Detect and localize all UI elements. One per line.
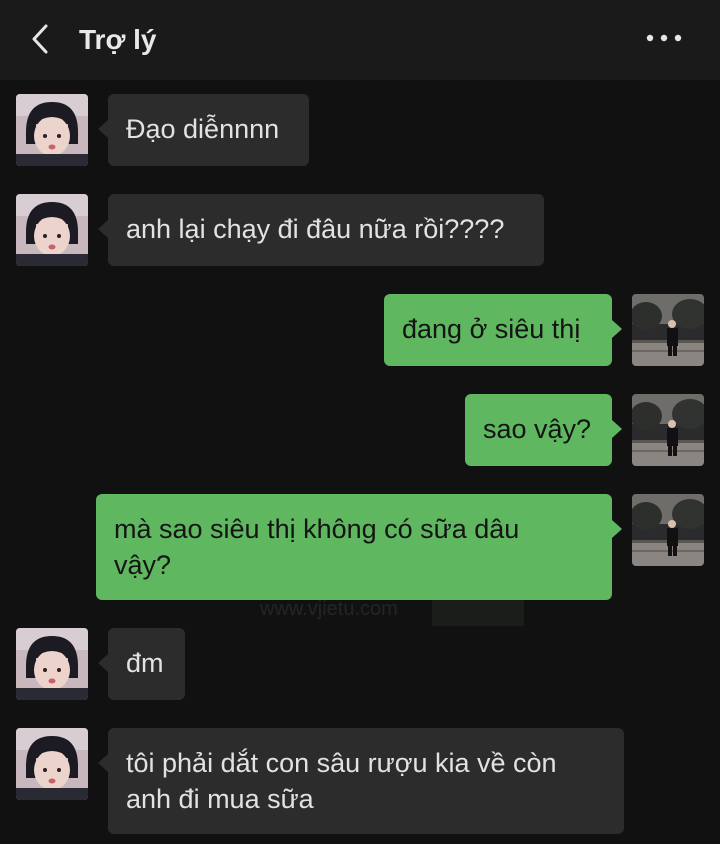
- more-options-button[interactable]: [642, 20, 686, 56]
- boy-avatar[interactable]: [632, 294, 704, 366]
- chevron-left-icon: [32, 24, 48, 54]
- more-horizontal-icon: [646, 34, 682, 42]
- boy-avatar[interactable]: [632, 494, 704, 566]
- message-bubble-outgoing[interactable]: sao vậy?: [465, 394, 622, 466]
- message-bubble-incoming[interactable]: anh lại chạy đi đâu nữa rồi????: [98, 194, 544, 266]
- chat-header: Trợ lý: [0, 0, 720, 80]
- girl-avatar[interactable]: [16, 728, 88, 800]
- girl-avatar[interactable]: [16, 94, 88, 166]
- message-bubble-incoming[interactable]: tôi phải dắt con sâu rượu kia về còn anh…: [98, 728, 624, 834]
- message-bubble-incoming[interactable]: Đạo diễnnnn: [98, 94, 309, 166]
- chat-title: Trợ lý: [79, 24, 157, 55]
- back-button[interactable]: [24, 20, 60, 60]
- girl-avatar[interactable]: [16, 194, 88, 266]
- watermark-url: www.vjietu.com: [260, 598, 398, 620]
- boy-avatar[interactable]: [632, 394, 704, 466]
- message-bubble-incoming[interactable]: đm: [98, 628, 185, 700]
- message-bubble-outgoing[interactable]: đang ở siêu thị: [384, 294, 622, 366]
- message-bubble-outgoing[interactable]: mà sao siêu thị không có sữa dâu vậy?: [96, 494, 622, 600]
- girl-avatar[interactable]: [16, 628, 88, 700]
